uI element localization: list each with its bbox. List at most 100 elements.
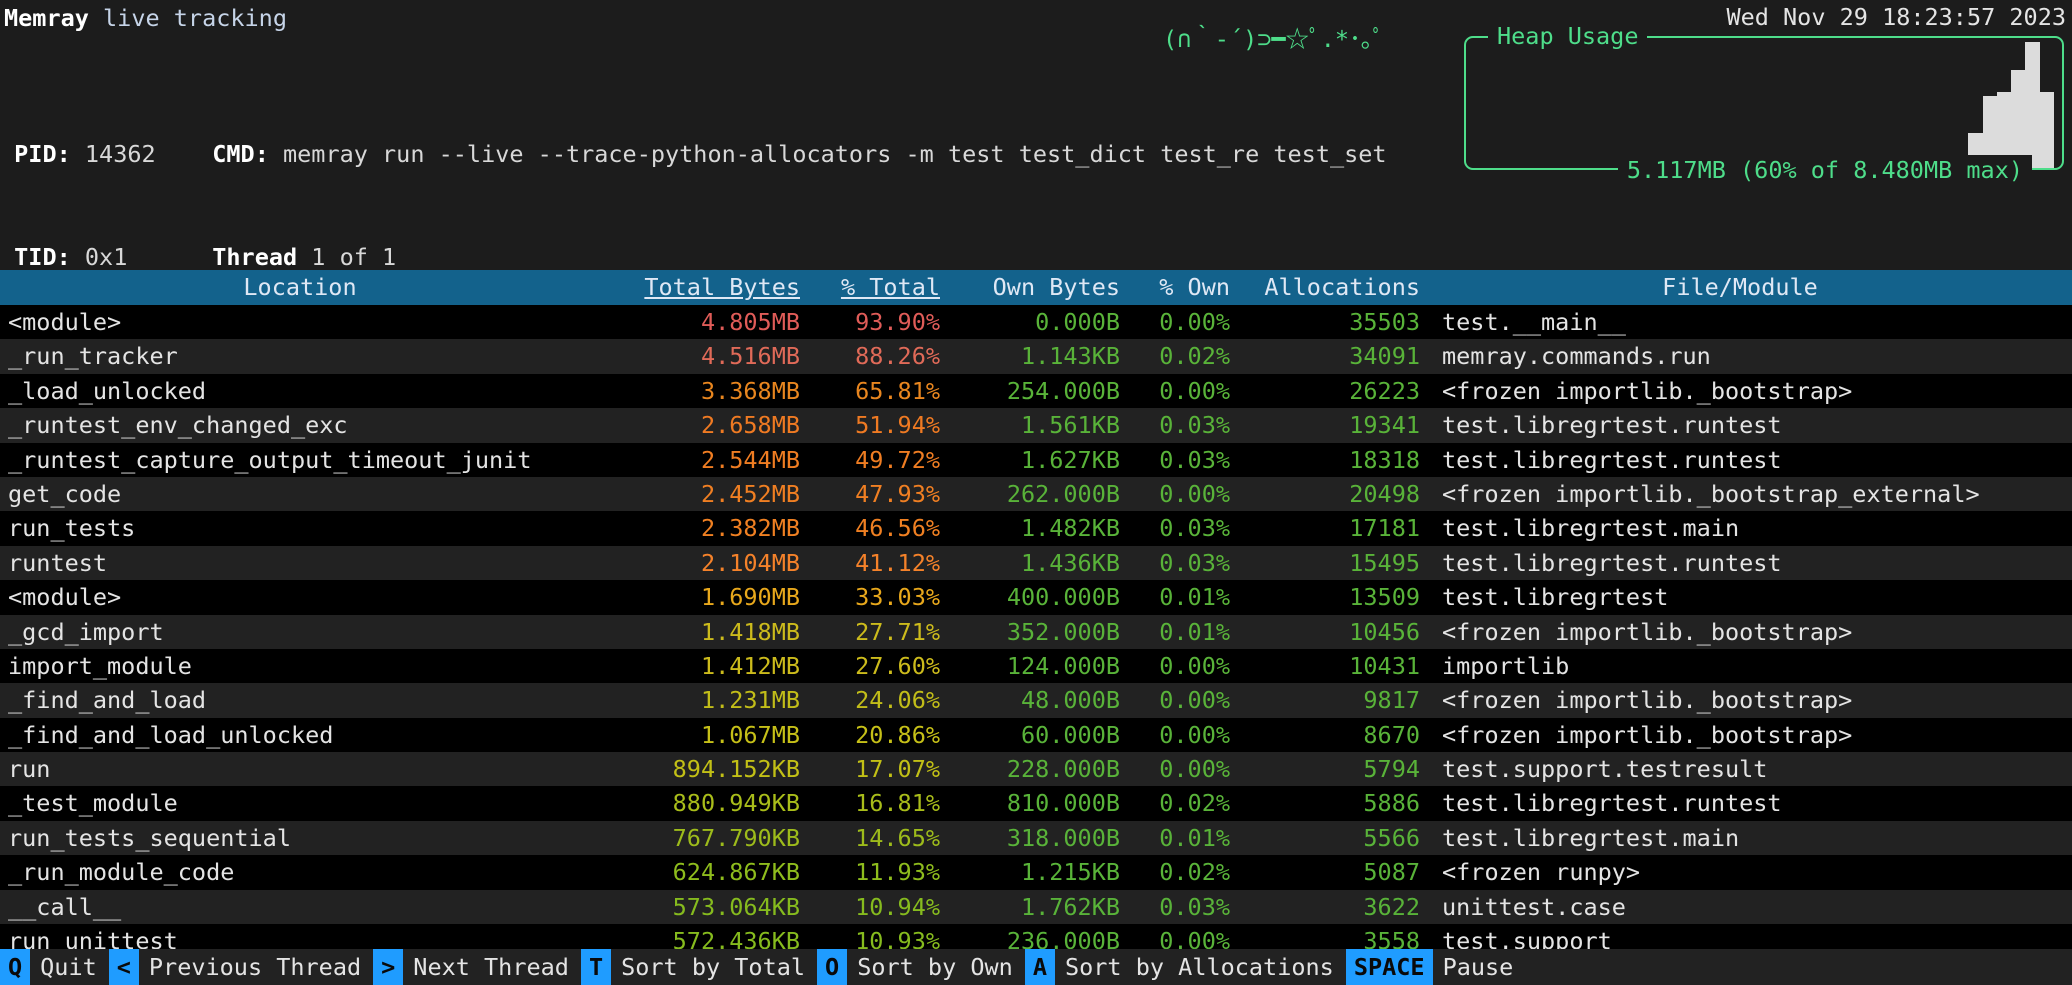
table-row[interactable]: _load_unlocked 3.368MB 65.81% 254.000B 0.00%…	[0, 373, 2072, 409]
table-row[interactable]: get_code 2.452MB 47.93% 262.000B 0.00% 20498 <…	[0, 476, 2072, 512]
table-row[interactable]: _run_tracker 4.516MB 88.26% 1.143KB 0.02% 340…	[0, 339, 2072, 374]
cmd-label: CMD:	[212, 139, 269, 168]
pid-value: 14362	[84, 139, 156, 168]
cell-own-bytes: 400.000B	[1006, 583, 1120, 612]
key-label-previous-thread[interactable]: Previous Thread	[138, 949, 374, 985]
column-header-pct-own[interactable]: % Own	[1120, 270, 1230, 304]
key-badge-quit[interactable]: Q	[0, 949, 31, 985]
cell-pct-own: 0.03%	[1159, 445, 1230, 474]
cell-location: _test_module	[8, 789, 178, 818]
column-header-label: Total Bytes	[644, 273, 800, 302]
key-bindings-bar: Q Quit < Previous Thread > Next Thread T Sort b…	[0, 949, 2072, 985]
key-badge-previous-thread[interactable]: <	[108, 949, 139, 985]
table-row[interactable]: run_tests_sequential 767.790KB 14.65% 318.0…	[0, 820, 2072, 856]
cell-pct-own: 0.00%	[1159, 376, 1230, 405]
key-label-quit[interactable]: Quit	[30, 949, 109, 985]
table-row[interactable]: _run_module_code 624.867KB 11.93% 1.215KB 0.…	[0, 855, 2072, 890]
cell-own-bytes: 1.436KB	[1020, 548, 1120, 577]
cell-total-bytes: 4.805MB	[700, 308, 800, 336]
cell-pct-total: 41.12%	[855, 548, 940, 577]
cell-pct-total: 33.03%	[855, 583, 940, 612]
cell-location: run_tests	[8, 514, 136, 543]
cell-file-module: test.libregrtest.main	[1442, 823, 1740, 852]
column-header-own-bytes[interactable]: Own Bytes	[940, 270, 1120, 304]
table-row[interactable]: import_module 1.412MB 27.60% 124.000B 0.00% 1…	[0, 648, 2072, 684]
cell-allocations: 9817	[1363, 686, 1420, 715]
key-badge-next-thread[interactable]: >	[373, 949, 404, 985]
key-badge-sort-by-total[interactable]: T	[580, 949, 612, 985]
app-title: Memray live tracking	[0, 1, 287, 35]
cell-file-module: test.libregrtest.runtest	[1442, 548, 1782, 577]
cell-pct-own: 0.00%	[1159, 479, 1230, 508]
cell-pct-total: 47.93%	[855, 479, 940, 508]
cell-allocations: 19341	[1349, 411, 1420, 440]
cell-own-bytes: 810.000B	[1006, 789, 1120, 818]
column-header-file-module[interactable]: File/Module	[1420, 270, 2060, 304]
cell-pct-own: 0.02%	[1159, 342, 1230, 371]
table-row[interactable]: _runtest_env_changed_exc 2.658MB 51.94% 1.5…	[0, 408, 2072, 443]
column-header-allocations[interactable]: Allocations	[1230, 270, 1420, 304]
cell-total-bytes: 573.064KB	[672, 892, 800, 921]
app-subtitle: live tracking	[88, 3, 287, 32]
cell-pct-own: 0.00%	[1159, 308, 1230, 336]
table-row[interactable]: _find_and_load_unlocked 1.067MB 20.86% 60.0…	[0, 717, 2072, 753]
table-row[interactable]: runtest 2.104MB 41.12% 1.436KB 0.03% 15495 tes…	[0, 545, 2072, 581]
column-header-total-bytes[interactable]: Total Bytes	[600, 270, 800, 304]
table-row[interactable]: run 894.152KB 17.07% 228.000B 0.00% 5794 test.…	[0, 752, 2072, 787]
cell-file-module: <frozen importlib._bootstrap_external>	[1442, 479, 1980, 508]
table-row[interactable]: __call__ 573.064KB 10.94% 1.762KB 0.03% 3622 u…	[0, 889, 2072, 925]
cell-total-bytes: 1.231MB	[700, 686, 800, 715]
cell-total-bytes: 1.690MB	[700, 583, 800, 612]
cell-pct-own: 0.00%	[1159, 755, 1230, 784]
cell-file-module: test.__main__	[1442, 308, 1626, 336]
cell-location: import_module	[8, 651, 192, 680]
cell-allocations: 10456	[1349, 617, 1420, 646]
key-label-sort-by-total[interactable]: Sort by Total	[611, 949, 818, 985]
cell-own-bytes: 1.215KB	[1020, 858, 1120, 887]
pid-label: PID:	[14, 139, 71, 168]
table-row[interactable]: _find_and_load 1.231MB 24.06% 48.000B 0.00% 9…	[0, 683, 2072, 718]
cell-total-bytes: 1.418MB	[700, 617, 800, 646]
table-body: <module> 4.805MB 93.90% 0.000B 0.00% 35503 tes…	[0, 305, 2072, 959]
key-label-next-thread[interactable]: Next Thread	[403, 949, 581, 985]
column-header-label: % Total	[840, 273, 940, 302]
cell-location: run	[8, 755, 51, 784]
key-label-sort-by-allocations[interactable]: Sort by Allocations	[1054, 949, 1346, 985]
cell-location: <module>	[8, 583, 122, 612]
cell-location: __call__	[8, 892, 122, 921]
cell-file-module: test.libregrtest.runtest	[1442, 411, 1782, 440]
cell-allocations: 34091	[1349, 342, 1420, 371]
cell-pct-total: 20.86%	[855, 720, 940, 749]
cell-allocations: 3622	[1363, 892, 1420, 921]
app-brand: Memray	[4, 3, 89, 32]
table-row[interactable]: <module> 1.690MB 33.03% 400.000B 0.01% 13509 t…	[0, 580, 2072, 615]
table-row[interactable]: _runtest_capture_output_timeout_junit 2.5…	[0, 442, 2072, 477]
cell-pct-total: 10.94%	[855, 892, 940, 921]
cell-pct-total: 51.94%	[855, 411, 940, 440]
column-header-label: Own Bytes	[992, 273, 1120, 302]
column-header-label: File/Module	[1662, 273, 1818, 302]
cell-allocations: 15495	[1349, 548, 1420, 577]
clock: Wed Nov 29 18:23:57 2023	[1726, 3, 2066, 31]
cell-allocations: 5794	[1363, 755, 1420, 784]
cell-allocations: 26223	[1349, 376, 1420, 405]
cell-own-bytes: 48.000B	[1020, 686, 1120, 715]
cell-location: _find_and_load_unlocked	[8, 720, 334, 749]
cell-total-bytes: 2.658MB	[700, 411, 800, 440]
key-label-pause[interactable]: Pause	[1432, 949, 1526, 985]
table-row[interactable]: _test_module 880.949KB 16.81% 810.000B 0.02%…	[0, 786, 2072, 821]
key-label-sort-by-own[interactable]: Sort by Own	[847, 949, 1025, 985]
key-badge-sort-by-allocations[interactable]: A	[1024, 949, 1055, 985]
cell-location: _run_module_code	[8, 858, 235, 887]
key-badge-sort-by-own[interactable]: O	[817, 949, 848, 985]
cell-file-module: <frozen importlib._bootstrap>	[1442, 376, 1853, 405]
cell-own-bytes: 254.000B	[1006, 376, 1120, 405]
column-header-location[interactable]: Location	[0, 270, 600, 304]
table-row[interactable]: <module> 4.805MB 93.90% 0.000B 0.00% 35503 tes…	[0, 305, 2072, 340]
table-row[interactable]: _gcd_import 1.418MB 27.71% 352.000B 0.01% 104…	[0, 614, 2072, 649]
column-header-pct-total[interactable]: % Total	[800, 270, 940, 304]
key-badge-pause[interactable]: SPACE	[1345, 949, 1433, 985]
table-row[interactable]: run_tests 2.382MB 46.56% 1.482KB 0.03% 17181 t…	[0, 511, 2072, 546]
cell-total-bytes: 894.152KB	[672, 755, 800, 784]
cell-file-module: test.support.testresult	[1442, 755, 1768, 784]
